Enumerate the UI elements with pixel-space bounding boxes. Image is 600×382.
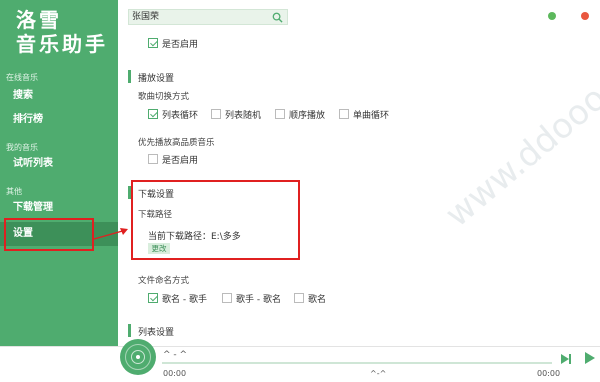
progress-bar[interactable] <box>162 362 552 364</box>
settings-panel: www.ddooo.com 是否启用 播放设置 歌曲切换方式 列表循环 列表随机… <box>118 25 600 346</box>
time-current: 00:00 <box>163 369 187 378</box>
current-download-path: 当前下载路径：E:\多多 <box>148 232 241 242</box>
scrollbar[interactable] <box>592 30 598 344</box>
naming-option: 歌名 <box>308 295 327 305</box>
switch-mode-label: 歌曲切换方式 <box>138 92 190 102</box>
naming-checkbox-title[interactable] <box>294 293 304 303</box>
switch-mode-option: 列表循环 <box>162 111 199 121</box>
song-title: ^ - ^ <box>163 350 188 360</box>
time-total: 00:00 <box>537 369 561 378</box>
hq-label: 优先播放高品质音乐 <box>138 138 215 148</box>
naming-option: 歌名 - 歌手 <box>162 295 207 305</box>
file-naming-label: 文件命名方式 <box>138 276 190 286</box>
search-icon[interactable] <box>272 12 283 23</box>
watermark: www.ddooo.com <box>437 24 600 236</box>
switch-mode-checkbox-sequential[interactable] <box>275 109 285 119</box>
sidebar-item-charts[interactable]: 排行榜 <box>0 108 118 132</box>
player-bar: ^ - ^ 00:00 ^-^ 00:00 <box>0 339 600 382</box>
hq-enable-checkbox[interactable] <box>148 154 158 164</box>
disc-icon <box>120 339 156 375</box>
section-marker <box>128 70 131 83</box>
naming-checkbox-title-artist[interactable] <box>148 293 158 303</box>
naming-checkbox-artist-title[interactable] <box>222 293 232 303</box>
sidebar: 洛雪 音乐助手 在线音乐 搜索 排行榜 我的音乐 试听列表 其他 下载管理 设置 <box>0 0 118 346</box>
center-label: ^-^ <box>370 369 387 378</box>
naming-option: 歌手 - 歌名 <box>236 295 281 305</box>
section-title: 下载设置 <box>138 190 175 200</box>
sidebar-item-downloads[interactable]: 下载管理 <box>0 196 118 220</box>
search-input[interactable]: 张国荣 <box>132 11 159 24</box>
minimize-button[interactable] <box>548 12 556 20</box>
section-marker <box>128 324 131 337</box>
next-track-icon[interactable] <box>560 353 572 365</box>
top-enable-checkbox[interactable] <box>148 38 158 48</box>
switch-mode-option: 单曲循环 <box>353 111 390 121</box>
sidebar-item-search[interactable]: 搜索 <box>0 84 118 108</box>
arrow-icon <box>93 228 128 240</box>
download-path-label: 下载路径 <box>138 210 173 220</box>
sidebar-section-online: 在线音乐 <box>6 73 38 82</box>
search-box[interactable]: 张国荣 <box>128 9 288 25</box>
app-logo: 洛雪 音乐助手 <box>16 8 108 56</box>
app-window: 洛雪 音乐助手 在线音乐 搜索 排行榜 我的音乐 试听列表 其他 下载管理 设置… <box>0 0 600 382</box>
switch-mode-checkbox-single-loop[interactable] <box>339 109 349 119</box>
change-path-button[interactable]: 更改 <box>148 243 170 254</box>
play-icon[interactable] <box>585 352 595 364</box>
hq-enable-label: 是否启用 <box>162 156 199 166</box>
switch-mode-option: 顺序播放 <box>289 111 326 121</box>
sidebar-item-playlist[interactable]: 试听列表 <box>0 152 118 176</box>
switch-mode-checkbox-list-random[interactable] <box>211 109 221 119</box>
switch-mode-checkbox-list-loop[interactable] <box>148 109 158 119</box>
section-title: 列表设置 <box>138 328 175 338</box>
top-enable-label: 是否启用 <box>162 40 199 50</box>
section-marker <box>128 186 131 199</box>
switch-mode-option: 列表随机 <box>225 111 262 121</box>
close-button[interactable] <box>581 12 589 20</box>
section-title: 播放设置 <box>138 74 175 84</box>
